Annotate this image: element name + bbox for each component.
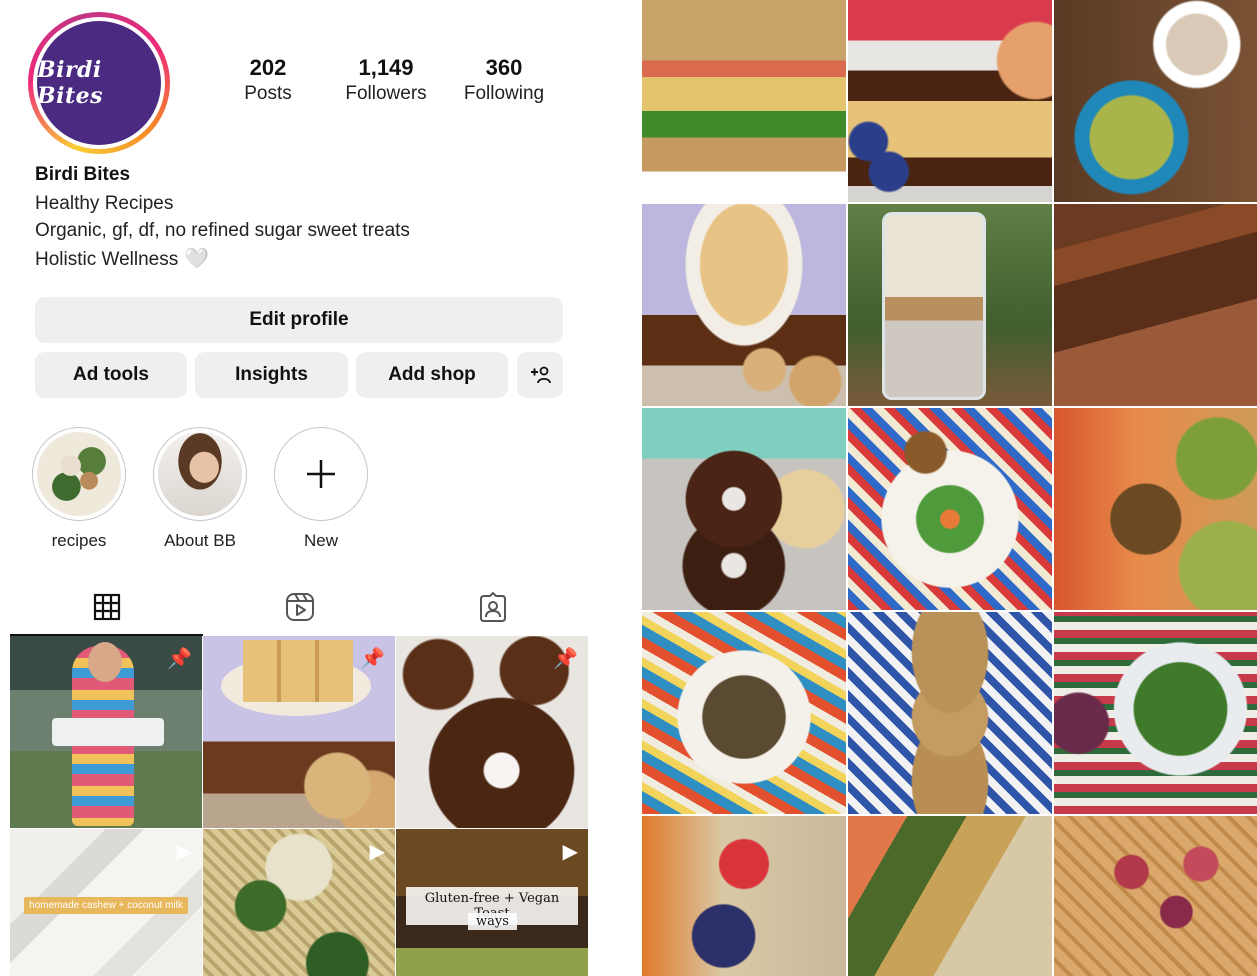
post-caption: homemade cashew + coconut milk: [24, 897, 188, 914]
grid-icon: [93, 593, 120, 621]
tab-reels[interactable]: [203, 578, 396, 636]
post-tile[interactable]: homemade cashew + coconut milk ▶: [10, 829, 202, 976]
highlight-about-label: About BB: [164, 531, 236, 550]
add-shop-button[interactable]: Add shop: [356, 352, 508, 398]
profile-tabs: [10, 578, 590, 636]
bio-line-1: Healthy Recipes: [35, 193, 174, 214]
white-heart-icon: 🤍: [184, 248, 210, 270]
highlight-recipes[interactable]: recipes: [32, 427, 126, 551]
profile-screen: Birdi Bites 202 Posts 1,149 Followers 36…: [0, 0, 600, 976]
plus-icon: [307, 460, 335, 488]
insights-button[interactable]: Insights: [195, 352, 348, 398]
reel-icon: ▶: [369, 841, 385, 863]
reel-icon: ▶: [176, 841, 192, 863]
post-tile[interactable]: 📌: [203, 636, 395, 828]
feed-tile-roasted-veggies[interactable]: [848, 816, 1052, 976]
post-tile[interactable]: 📌: [396, 636, 588, 828]
highlight-about-image: [158, 432, 242, 516]
feed-tile-berry-waffle[interactable]: [1054, 816, 1257, 976]
stat-posts[interactable]: 202 Posts: [230, 55, 306, 107]
feed-tile-pancakes[interactable]: [642, 612, 846, 814]
following-count: 360: [485, 55, 523, 80]
feed-tile-veggie-plate[interactable]: [848, 408, 1052, 610]
post-image-pasta: [203, 829, 395, 976]
feed-tile-salad-bowl[interactable]: [1054, 612, 1257, 814]
feed-tile-muffins[interactable]: [848, 612, 1052, 814]
bio-line-3-text: Holistic Wellness: [35, 249, 179, 270]
post-tile[interactable]: 📌: [10, 636, 202, 828]
highlight-about-bb[interactable]: About BB: [153, 427, 247, 551]
feed-tile-chocolate-cake[interactable]: [1054, 204, 1257, 406]
bio-line-3: Holistic Wellness 🤍: [35, 246, 209, 271]
tagged-icon: [479, 591, 506, 622]
avatar-logo: Birdi Bites: [37, 57, 103, 109]
tab-grid[interactable]: [10, 578, 203, 636]
post-tile[interactable]: ▶: [203, 829, 395, 976]
add-person-icon: [531, 366, 551, 384]
post-caption-bottom: ways: [476, 914, 509, 929]
bio-line-2: Organic, gf, df, no refined sugar sweet …: [35, 220, 410, 241]
highlight-new[interactable]: New: [274, 427, 368, 551]
profile-name: Birdi Bites: [35, 164, 131, 185]
edit-profile-button[interactable]: Edit profile: [35, 297, 563, 343]
avatar-image: Birdi Bites: [37, 21, 161, 145]
followers-count: 1,149: [358, 55, 414, 80]
feed-tile-veggie-burger[interactable]: [1054, 408, 1257, 610]
posts-count: 202: [249, 55, 287, 80]
stat-following[interactable]: 360 Following: [456, 55, 552, 107]
post-tile[interactable]: Gluten-free + Vegan Toast ways ▶: [396, 829, 588, 976]
feed-tile-blondies[interactable]: [642, 204, 846, 406]
stat-followers[interactable]: 1,149 Followers: [336, 55, 436, 107]
pin-icon: 📌: [167, 648, 192, 670]
highlight-new-label: New: [303, 531, 338, 550]
posts-label: Posts: [244, 83, 292, 104]
feed-tile-sandwich[interactable]: [642, 0, 846, 202]
avatar[interactable]: Birdi Bites: [28, 12, 170, 154]
reel-icon: ▶: [562, 841, 578, 863]
feed-tile-loaded-toast[interactable]: [642, 816, 846, 976]
feed-tile-donuts[interactable]: [642, 408, 846, 610]
ad-tools-button[interactable]: Ad tools: [35, 352, 187, 398]
highlight-recipes-label: recipes: [51, 531, 107, 550]
pin-icon: 📌: [360, 648, 385, 670]
feed-photo-grid: [642, 0, 1257, 976]
pin-icon: 📌: [553, 648, 578, 670]
highlight-recipes-image: [37, 432, 121, 516]
feed-tile-overnight-oats[interactable]: [848, 204, 1052, 406]
feed-tile-avocado-bowl[interactable]: [1054, 0, 1257, 202]
tab-tagged[interactable]: [396, 578, 589, 636]
reels-icon: [285, 593, 314, 621]
feed-tile-brownie-bars[interactable]: [848, 0, 1052, 202]
post-caption-bottom-wrap: ways: [468, 913, 517, 930]
add-person-button[interactable]: [517, 352, 563, 398]
followers-label: Followers: [345, 83, 427, 104]
following-label: Following: [463, 83, 545, 104]
